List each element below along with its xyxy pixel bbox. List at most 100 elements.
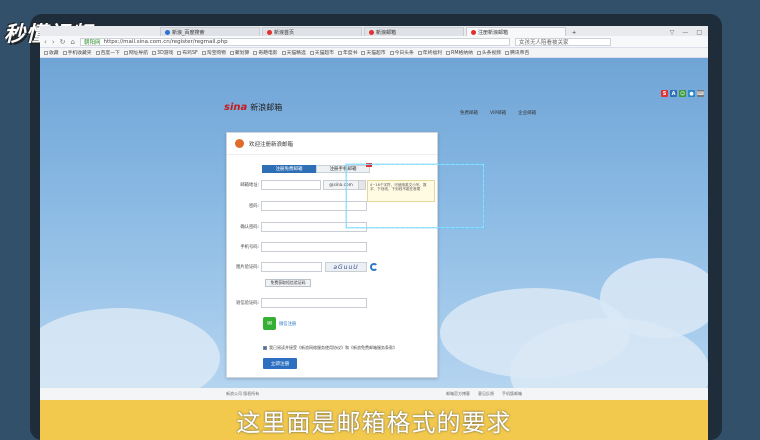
- keyboard-icon[interactable]: ⌨: [697, 90, 704, 97]
- settings-icon[interactable]: ☺: [679, 90, 686, 97]
- link-enterprise-mail[interactable]: 企业邮箱: [518, 110, 536, 116]
- wechat-icon: ✉: [263, 317, 276, 330]
- translate-icon[interactable]: A: [670, 90, 677, 97]
- bookmark-item[interactable]: 腾讯帝百: [505, 49, 529, 56]
- tab-baidu-search[interactable]: 新浪_百度搜索: [160, 27, 260, 36]
- url-input[interactable]: 朝阳网 https://mail.sina.com.cn/register/re…: [79, 37, 510, 46]
- home-icon[interactable]: ⌂: [71, 38, 75, 46]
- register-button[interactable]: 立即注册: [263, 358, 297, 369]
- search-input[interactable]: 女孩无人陪看被关家: [514, 37, 611, 46]
- bookmark-icon: [95, 50, 100, 55]
- bookmark-icon: [62, 50, 67, 55]
- bookmark-icon: [505, 50, 510, 55]
- email-field[interactable]: [261, 180, 321, 190]
- phone-row: 手机号码:: [227, 241, 439, 253]
- forward-icon[interactable]: ›: [52, 38, 55, 46]
- bookmark-icon: [476, 50, 481, 55]
- bookmark-icon: [361, 50, 366, 55]
- maximize-icon[interactable]: □: [696, 29, 702, 36]
- phone-field[interactable]: [261, 242, 367, 252]
- link-free-mail[interactable]: 免费邮箱: [460, 110, 478, 116]
- bookmark-icon: [389, 50, 394, 55]
- agree-checkbox[interactable]: [263, 346, 267, 350]
- baidu-favicon-icon: [165, 29, 170, 35]
- tab-list-icon[interactable]: ▽: [670, 29, 675, 36]
- bookmark-icon: [446, 50, 450, 55]
- footer-link-feedback[interactable]: 意见反馈: [478, 391, 494, 397]
- bookmark-item[interactable]: 淘宝购物: [201, 49, 226, 56]
- footer-link-blog[interactable]: 邮箱官方博客: [446, 391, 470, 397]
- bookmark-item[interactable]: 手机收藏夹: [62, 49, 92, 56]
- bookmark-icon: [309, 50, 314, 55]
- tab-register-mail[interactable]: 注册新浪邮箱: [466, 27, 566, 36]
- extension-icons: S A ☺ ● ⌨: [661, 90, 704, 97]
- panel-title: 欢迎注册新浪邮箱: [249, 141, 294, 148]
- page-footer: 新浪公司 版权所有 邮箱官方博客 意见反馈 手机版邮箱: [40, 388, 708, 400]
- link-vip-mail[interactable]: VIP邮箱: [490, 110, 506, 116]
- bookmark-item[interactable]: RM格纳纳: [446, 49, 473, 56]
- bookmark-item[interactable]: 3D游戏: [152, 49, 173, 56]
- sms-code-field[interactable]: [261, 298, 367, 308]
- bookmark-item[interactable]: 奇葩电影: [253, 49, 278, 56]
- bookmark-item[interactable]: 天猫超市: [361, 49, 386, 56]
- footer-link-mobile[interactable]: 手机版邮箱: [502, 391, 522, 397]
- bookmark-icon: [281, 50, 286, 55]
- tab-free-mail[interactable]: 注册免费邮箱: [262, 165, 316, 173]
- wechat-label: 微信注册: [279, 321, 297, 327]
- background-cloud: [600, 258, 708, 338]
- panel-header: 欢迎注册新浪邮箱: [227, 133, 437, 155]
- page-content: S A ☺ ● ⌨ sina 新浪邮箱 免费邮箱 VIP邮箱 企业邮箱 欢迎注册…: [40, 58, 708, 400]
- sina-logo-icon: sina: [224, 102, 248, 113]
- refresh-captcha-icon[interactable]: [370, 263, 378, 271]
- sms-row: 短信验证码:: [227, 297, 439, 309]
- bookmark-item[interactable]: 百度一下: [95, 49, 120, 56]
- sina-favicon-icon: [471, 29, 476, 35]
- bookmark-icon: [337, 50, 342, 55]
- bookmark-icon: [253, 50, 258, 55]
- confirm-password-label: 确认密码:: [240, 225, 259, 230]
- back-icon[interactable]: ‹: [44, 38, 47, 46]
- tab-sina-home[interactable]: 新浪首页: [262, 27, 362, 36]
- wechat-register-link[interactable]: ✉ 微信注册: [263, 317, 296, 330]
- bookmark-item[interactable]: 今日头条: [389, 49, 414, 56]
- bookmark-item[interactable]: 网址导航: [123, 49, 148, 56]
- browser-window: 新浪_百度搜索 新浪首页 新浪邮箱 注册新浪邮箱 + ▽ — □ ‹ › ↻ ⌂…: [40, 26, 708, 400]
- bookmark-item[interactable]: 聚划算: [229, 49, 249, 56]
- bookmark-icon: [229, 50, 234, 55]
- extension-s-icon[interactable]: S: [661, 90, 668, 97]
- agreement: 我已阅读并接受《新浪网络服务使用协议》和《新浪免费邮箱服务条款》: [263, 345, 397, 351]
- new-tab-button[interactable]: +: [568, 30, 580, 36]
- bookmark-icon: [44, 50, 48, 55]
- background-cloud: [40, 308, 220, 400]
- address-bar: ‹ › ↻ ⌂ 朝阳网 https://mail.sina.com.cn/reg…: [40, 36, 708, 48]
- bookmark-item[interactable]: 收藏: [44, 49, 59, 56]
- sina-favicon-icon: [369, 29, 374, 35]
- bookmark-item[interactable]: 天猫精选: [281, 49, 306, 56]
- brand-header: sina 新浪邮箱: [224, 102, 282, 113]
- mail-icon: [235, 139, 244, 148]
- bookmark-icon: [177, 50, 182, 55]
- bookmark-item[interactable]: 年终福利: [417, 49, 442, 56]
- tab-sina-mail[interactable]: 新浪邮箱: [364, 27, 464, 36]
- refresh-icon[interactable]: ↻: [60, 38, 66, 46]
- minimize-icon[interactable]: —: [682, 29, 688, 36]
- captcha-field[interactable]: [261, 262, 322, 272]
- url-text: https://mail.sina.com.cn/register/regmai…: [103, 38, 228, 45]
- bookmark-icon: [201, 50, 206, 55]
- bookmark-item[interactable]: 年度书: [337, 49, 357, 56]
- get-sms-code-button[interactable]: 免费获取短信验证码: [265, 279, 311, 287]
- captcha-image[interactable]: aGuuU: [325, 262, 367, 272]
- top-links: 免费邮箱 VIP邮箱 企业邮箱: [460, 110, 536, 116]
- phone-label: 手机号码:: [240, 245, 259, 250]
- copyright: 新浪公司 版权所有: [226, 391, 260, 396]
- email-label: 邮箱地址:: [240, 183, 259, 188]
- captcha-label: 图片验证码:: [236, 265, 259, 270]
- bookmark-icon: [417, 50, 422, 55]
- password-label: 密码:: [248, 204, 259, 209]
- bookmark-icon: [123, 50, 128, 55]
- bookmark-item[interactable]: 头条视频: [476, 49, 501, 56]
- bookmark-item[interactable]: 天猫超市: [309, 49, 334, 56]
- mic-icon[interactable]: ●: [688, 90, 695, 97]
- bookmark-item[interactable]: 布鸡SF: [177, 49, 198, 56]
- site-label: 朝阳网: [83, 39, 101, 46]
